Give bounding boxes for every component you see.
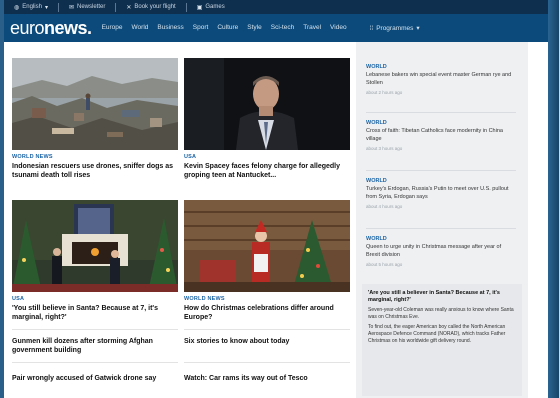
sidebar-item-category: WORLD (366, 64, 387, 70)
article-card[interactable]: WORLD NEWS Indonesian rescuers use drone… (12, 58, 178, 180)
article-thumbnail[interactable] (184, 58, 350, 150)
chevron-down-icon: ▾ (44, 4, 48, 11)
divider (12, 329, 178, 330)
nav-business[interactable]: Business (157, 24, 183, 32)
article-headline[interactable]: Indonesian rescuers use drones, sniffer … (12, 162, 178, 180)
utility-bar: ◍ English ▾ ✉ Newsletter ✕ Book your fli… (4, 0, 548, 14)
language-label: English (22, 4, 42, 10)
divider (366, 112, 516, 113)
headline-link[interactable]: Gunmen kill dozens after storming Afghan… (12, 337, 178, 355)
separator (115, 2, 117, 12)
separator (185, 2, 187, 12)
mail-icon: ✉ (68, 4, 74, 11)
article-category: USA (184, 154, 197, 160)
nav-culture[interactable]: Culture (217, 24, 238, 32)
featured-story[interactable]: 'Are you still a believer in Santa? Beca… (362, 284, 522, 396)
sidebar-item-text[interactable]: Turkey's Erdogan, Russia's Putin to meet… (366, 186, 516, 201)
separator (57, 2, 59, 12)
sidebar-item-category: WORLD (366, 236, 387, 242)
main-nav: Europe World Business Sport Culture Styl… (102, 24, 420, 32)
nav-sport[interactable]: Sport (193, 24, 209, 32)
logo-light: euro (10, 17, 45, 38)
article-thumbnail[interactable] (12, 200, 178, 292)
programmes-label: Programmes (376, 24, 414, 32)
games-label: Games (205, 4, 225, 10)
sidebar-item-text[interactable]: Queen to urge unity in Christmas message… (366, 244, 516, 259)
article-thumbnail[interactable] (12, 58, 178, 150)
article-headline[interactable]: Kevin Spacey faces felony charge for all… (184, 162, 350, 180)
article-category: USA (12, 296, 25, 302)
sidebar-item-time: about 2 hours ago (366, 90, 403, 95)
nav-world[interactable]: World (132, 24, 149, 32)
sidebar-news-item[interactable]: WORLD Lebanese bakers win special event … (366, 64, 516, 95)
chevron-down-icon: ▾ (416, 25, 420, 32)
nav-travel[interactable]: Travel (303, 24, 321, 32)
sidebar-item-time: about 5 hours ago (366, 262, 403, 267)
featured-body: Seven-year-old Coleman was really anxiou… (368, 307, 514, 320)
headline-link[interactable]: Watch: Car rams its way out of Tesco (184, 374, 350, 383)
divider (366, 228, 516, 229)
logo-bold: news. (44, 17, 92, 38)
window-edge (548, 0, 559, 398)
sidebar-item-time: about 3 hours ago (366, 146, 403, 151)
divider (366, 170, 516, 171)
gamepad-icon: ▣ (196, 4, 203, 11)
site-header: euronews. Europe World Business Sport Cu… (4, 14, 548, 42)
sidebar-item-text[interactable]: Lebanese bakers win special event master… (366, 72, 516, 87)
plane-icon: ✕ (126, 4, 132, 11)
sidebar-news-item[interactable]: WORLD Queen to urge unity in Christmas m… (366, 236, 516, 267)
main-content: WORLD NEWS Indonesian rescuers use drone… (4, 42, 548, 398)
grid-icon: ⁞⁞ (369, 24, 374, 32)
divider (184, 329, 350, 330)
article-card[interactable]: USA Kevin Spacey faces felony charge for… (184, 58, 350, 180)
language-selector[interactable]: ◍ English ▾ (14, 4, 48, 11)
headline-link[interactable]: Pair wrongly accused of Gatwick drone sa… (12, 374, 178, 383)
article-card[interactable]: WORLD NEWS How do Christmas celebrations… (184, 200, 350, 322)
sidebar-item-text[interactable]: Cross of faith: Tibetan Catholics face m… (366, 128, 516, 143)
divider (12, 362, 178, 363)
article-headline[interactable]: 'You still believe in Santa? Because at … (12, 304, 178, 322)
newsletter-label: Newsletter (76, 4, 106, 10)
article-category: WORLD NEWS (184, 296, 225, 302)
newsletter-link[interactable]: ✉ Newsletter (69, 4, 105, 11)
article-card[interactable]: USA 'You still believe in Santa? Because… (12, 200, 178, 322)
nav-video[interactable]: Video (330, 24, 347, 32)
article-thumbnail[interactable] (184, 200, 350, 292)
globe-icon: ◍ (14, 4, 20, 11)
nav-europe[interactable]: Europe (102, 24, 123, 32)
featured-body: To find out, the eager American boy call… (368, 324, 506, 344)
euronews-logo[interactable]: euronews. (10, 18, 92, 39)
divider (184, 362, 350, 363)
sidebar-news-item[interactable]: WORLD Turkey's Erdogan, Russia's Putin t… (366, 178, 516, 209)
sidebar-item-category: WORLD (366, 120, 387, 126)
headline-link[interactable]: Six stories to know about today (184, 337, 350, 346)
flight-link[interactable]: ✕ Book your flight (126, 4, 175, 11)
browser-page: ◍ English ▾ ✉ Newsletter ✕ Book your fli… (0, 0, 548, 398)
sidebar-news-item[interactable]: WORLD Cross of faith: Tibetan Catholics … (366, 120, 516, 151)
article-category: WORLD NEWS (12, 154, 53, 160)
nav-style[interactable]: Style (247, 24, 261, 32)
flight-label: Book your flight (134, 4, 176, 10)
featured-title[interactable]: 'Are you still a believer in Santa? Beca… (368, 290, 516, 304)
nav-programmes[interactable]: ⁞⁞ Programmes ▾ (369, 24, 420, 33)
games-link[interactable]: ▣ Games (197, 4, 225, 11)
article-headline[interactable]: How do Christmas celebrations differ aro… (184, 304, 350, 322)
sidebar-item-time: about 4 hours ago (366, 204, 403, 209)
nav-scitech[interactable]: Sci-tech (271, 24, 294, 32)
sidebar-item-category: WORLD (366, 178, 387, 184)
latest-news-sidebar: WORLD Lebanese bakers win special event … (356, 42, 528, 398)
